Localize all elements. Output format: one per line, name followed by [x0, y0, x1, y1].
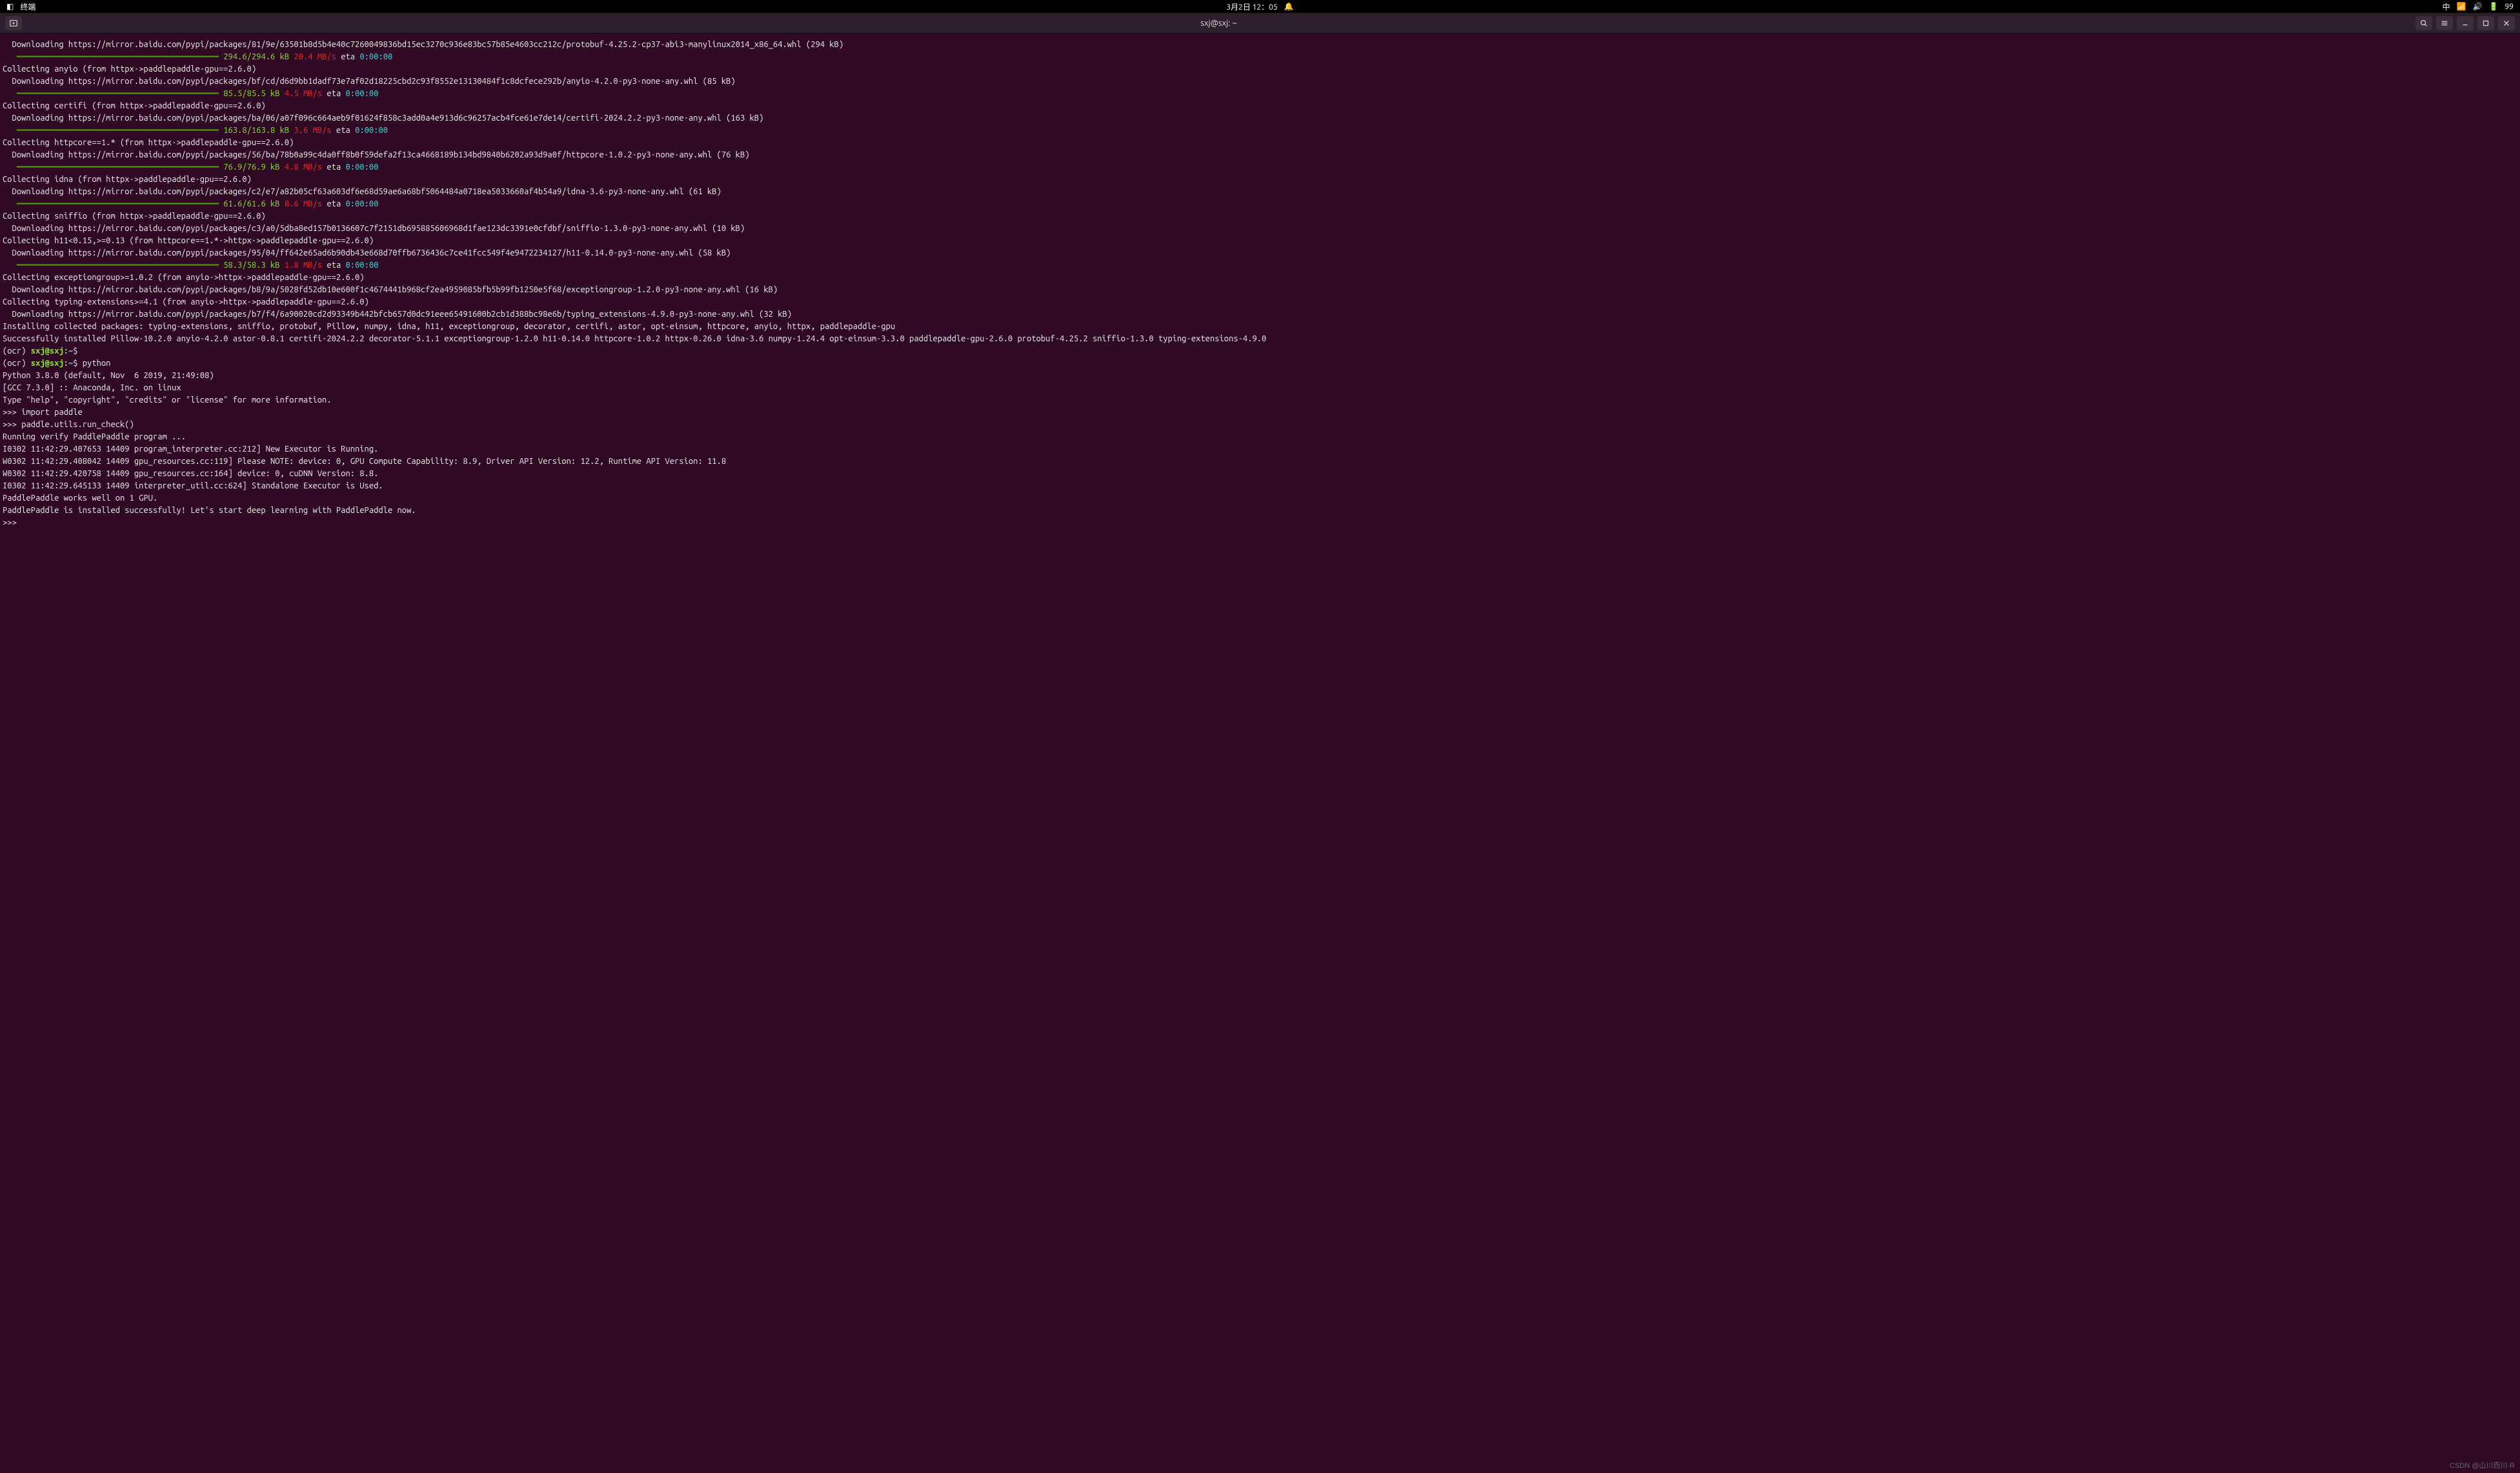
gnome-top-bar: ◧ 终端 3月2日 12：05 🔔 中 📶 🔊 🔋 99: [0, 0, 2520, 13]
python-banner: [GCC 7.3.0] :: Anaconda, Inc. on linux: [3, 382, 2517, 394]
battery-icon[interactable]: 🔋: [2489, 2, 2499, 11]
pip-download-url: Downloading https://mirror.baidu.com/pyp…: [3, 308, 2517, 321]
pip-progress: ━━━━━━━━━━━━━━━━━━━━━━━━━━━━━━━━━━━━━━━━…: [3, 51, 2517, 63]
maximize-button[interactable]: [2477, 16, 2494, 30]
python-output: W0302 11:42:29.408042 14409 gpu_resource…: [3, 456, 2517, 468]
python-output: PaddlePaddle is installed successfully! …: [3, 505, 2517, 517]
watermark: CSDN @山川而川-R: [2450, 1460, 2515, 1470]
python-repl-line: >>> paddle.utils.run_check(): [3, 419, 2517, 431]
terminal-output[interactable]: Downloading https://mirror.baidu.com/pyp…: [0, 34, 2520, 1473]
pip-success: Successfully installed Pillow-10.2.0 any…: [3, 333, 2517, 345]
battery-percent: 99: [2505, 3, 2514, 11]
pip-progress: ━━━━━━━━━━━━━━━━━━━━━━━━━━━━━━━━━━━━━━━━…: [3, 259, 2517, 272]
pip-download-url: Downloading https://mirror.baidu.com/pyp…: [3, 223, 2517, 235]
shell-prompt: (ocr) sxj@sxj:~$: [3, 345, 2517, 357]
pip-collecting: Collecting typing-extensions>=4.1 (from …: [3, 296, 2517, 308]
pip-progress: ━━━━━━━━━━━━━━━━━━━━━━━━━━━━━━━━━━━━━━━━…: [3, 125, 2517, 137]
shell-prompt: (ocr) sxj@sxj:~$ python: [3, 357, 2517, 370]
pip-download-url: Downloading https://mirror.baidu.com/pyp…: [3, 247, 2517, 259]
pip-download-url: Downloading https://mirror.baidu.com/pyp…: [3, 186, 2517, 198]
python-banner: Python 3.8.0 (default, Nov 6 2019, 21:49…: [3, 370, 2517, 382]
pip-collecting: Collecting h11<0.15,>=0.13 (from httpcor…: [3, 235, 2517, 247]
pip-download-url: Downloading https://mirror.baidu.com/pyp…: [3, 284, 2517, 296]
pip-collecting: Collecting exceptiongroup>=1.0.2 (from a…: [3, 272, 2517, 284]
activities-icon[interactable]: ◧: [6, 2, 14, 11]
close-button[interactable]: [2498, 16, 2515, 30]
pip-download-url: Downloading https://mirror.baidu.com/pyp…: [3, 112, 2517, 125]
search-button[interactable]: [2415, 16, 2432, 30]
menu-button[interactable]: [2436, 16, 2453, 30]
pip-collecting: Collecting idna (from httpx->paddlepaddl…: [3, 174, 2517, 186]
pip-collecting: Collecting sniffio (from httpx->paddlepa…: [3, 210, 2517, 223]
python-repl-line: >>> import paddle: [3, 406, 2517, 419]
pip-progress: ━━━━━━━━━━━━━━━━━━━━━━━━━━━━━━━━━━━━━━━━…: [3, 198, 2517, 210]
app-name[interactable]: 终端: [20, 1, 35, 12]
window-title: sxj@sxj: ~: [22, 19, 2415, 28]
python-output: I0302 11:42:29.645133 14409 interpreter_…: [3, 480, 2517, 492]
clock[interactable]: 3月2日 12：05: [1226, 1, 1277, 12]
wifi-icon[interactable]: 📶: [2457, 2, 2466, 11]
minimize-button[interactable]: [2457, 16, 2474, 30]
python-output: PaddlePaddle works well on 1 GPU.: [3, 492, 2517, 505]
pip-progress: ━━━━━━━━━━━━━━━━━━━━━━━━━━━━━━━━━━━━━━━━…: [3, 88, 2517, 100]
pip-download-url: Downloading https://mirror.baidu.com/pyp…: [3, 39, 2517, 51]
pip-download-url: Downloading https://mirror.baidu.com/pyp…: [3, 75, 2517, 88]
pip-progress: ━━━━━━━━━━━━━━━━━━━━━━━━━━━━━━━━━━━━━━━━…: [3, 161, 2517, 174]
pip-installing: Installing collected packages: typing-ex…: [3, 321, 2517, 333]
python-output: I0302 11:42:29.407653 14409 program_inte…: [3, 443, 2517, 456]
notification-icon[interactable]: 🔔: [1284, 2, 1294, 11]
python-output: Running verify PaddlePaddle program ...: [3, 431, 2517, 443]
pip-collecting: Collecting httpcore==1.* (from httpx->pa…: [3, 137, 2517, 149]
pip-collecting: Collecting certifi (from httpx->paddlepa…: [3, 100, 2517, 112]
python-repl-line[interactable]: >>>: [3, 517, 2517, 529]
python-banner: Type "help", "copyright", "credits" or "…: [3, 394, 2517, 406]
ime-indicator[interactable]: 中: [2443, 1, 2450, 12]
pip-download-url: Downloading https://mirror.baidu.com/pyp…: [3, 149, 2517, 161]
pip-collecting: Collecting anyio (from httpx->paddlepadd…: [3, 63, 2517, 75]
python-output: W0302 11:42:29.420758 14409 gpu_resource…: [3, 468, 2517, 480]
window-titlebar: sxj@sxj: ~: [0, 13, 2520, 34]
volume-icon[interactable]: 🔊: [2473, 2, 2483, 11]
new-tab-button[interactable]: [5, 16, 22, 30]
